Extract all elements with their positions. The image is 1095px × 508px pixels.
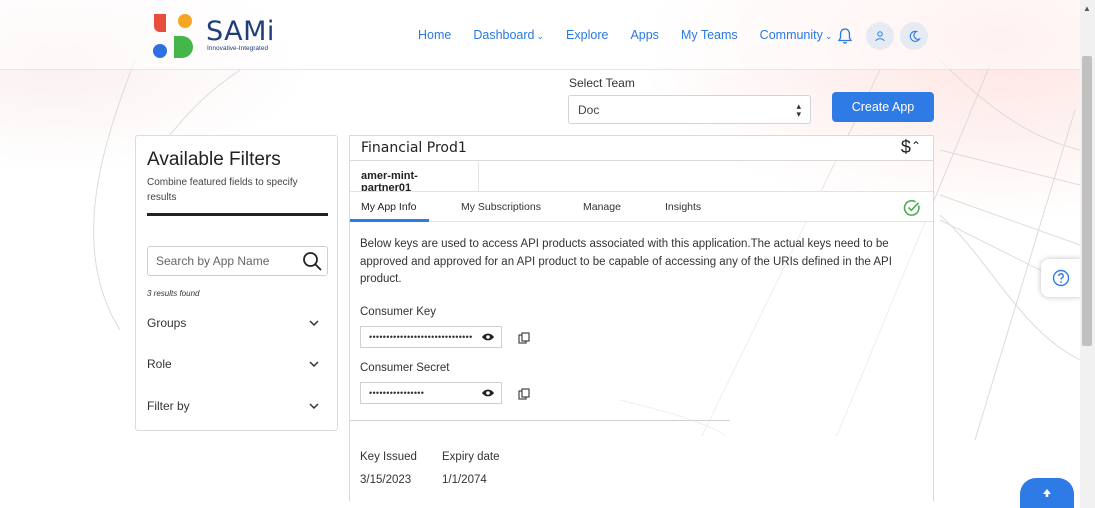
nav-my-teams[interactable]: My Teams bbox=[681, 28, 738, 42]
filter-groups-label: Groups bbox=[147, 316, 187, 330]
user-icon bbox=[875, 31, 885, 42]
filters-panel: Available Filters Combine featured field… bbox=[135, 135, 338, 431]
key-issued-label: Key Issued bbox=[360, 451, 417, 463]
question-icon bbox=[1052, 269, 1070, 287]
arrow-up-icon bbox=[1043, 489, 1051, 497]
nav-home-label: Home bbox=[418, 28, 452, 42]
collapse-toggle[interactable]: $⌃ bbox=[901, 137, 921, 158]
divider bbox=[350, 420, 730, 421]
key-issued-value: 3/15/2023 bbox=[360, 474, 412, 486]
active-tab-indicator bbox=[350, 219, 429, 222]
tab-manage[interactable]: Manage bbox=[583, 201, 621, 213]
chevron-down-icon bbox=[309, 403, 319, 410]
scroll-up-arrow-icon[interactable]: ▲ bbox=[1083, 4, 1091, 13]
app-title: Financial Prod1 bbox=[361, 140, 467, 156]
scroll-to-top-button[interactable] bbox=[1020, 478, 1074, 508]
partner-tab[interactable]: amer-mint-partner01 bbox=[350, 162, 479, 194]
nav-explore-label: Explore bbox=[566, 28, 609, 42]
tab-my-subscriptions[interactable]: My Subscriptions bbox=[461, 201, 541, 213]
logo-mark-icon bbox=[153, 14, 193, 58]
copy-icon[interactable] bbox=[518, 332, 530, 344]
top-navbar: SAMi Innovative-Integrated Home Dashboar… bbox=[0, 0, 1080, 70]
chevron-up-icon: ⌃ bbox=[910, 139, 921, 153]
consumer-secret-field[interactable]: •••••••••••••••• bbox=[360, 382, 502, 404]
filters-title: Available Filters bbox=[147, 149, 281, 170]
search-icon[interactable] bbox=[302, 251, 322, 271]
team-select-value: Doc bbox=[578, 103, 600, 117]
consumer-secret-value: •••••••••••••••• bbox=[369, 388, 425, 398]
filters-divider bbox=[147, 213, 328, 216]
filter-filter-by-label: Filter by bbox=[147, 399, 190, 413]
tab-my-app-info[interactable]: My App Info bbox=[361, 201, 416, 213]
keys-description: Below keys are used to access API produc… bbox=[360, 238, 892, 285]
copy-icon[interactable] bbox=[518, 388, 530, 400]
team-select[interactable]: Doc ▴ ▾ bbox=[568, 95, 811, 124]
eye-icon[interactable] bbox=[481, 388, 495, 398]
app-card-header[interactable]: Financial Prod1 $⌃ bbox=[350, 136, 933, 161]
nav-community-label: Community bbox=[759, 28, 823, 42]
results-count: 3 results found bbox=[147, 289, 200, 298]
search-input[interactable] bbox=[148, 247, 298, 275]
nav-apps[interactable]: Apps bbox=[630, 28, 659, 42]
chevron-down-icon: ⌄ bbox=[536, 31, 545, 41]
consumer-secret-label: Consumer Secret bbox=[360, 362, 450, 374]
brand-name: SAMi bbox=[206, 16, 275, 47]
consumer-key-value: •••••••••••••••••••••••••••••• bbox=[369, 332, 473, 342]
consumer-key-label: Consumer Key bbox=[360, 306, 437, 318]
eye-icon[interactable] bbox=[481, 332, 495, 342]
filter-role-label: Role bbox=[147, 357, 172, 371]
expiry-date-label: Expiry date bbox=[442, 451, 500, 463]
app-search-box[interactable] bbox=[147, 246, 328, 276]
select-arrows-icon: ▴ ▾ bbox=[796, 101, 801, 119]
user-button[interactable] bbox=[866, 22, 894, 50]
consumer-key-field[interactable]: •••••••••••••••••••••••••••••• bbox=[360, 326, 502, 348]
dollar-icon: $ bbox=[900, 137, 911, 157]
scrollbar-thumb[interactable] bbox=[1082, 56, 1092, 346]
tab-insights[interactable]: Insights bbox=[665, 201, 701, 213]
app-tabs: My App Info My Subscriptions Manage Insi… bbox=[350, 192, 933, 222]
chevron-down-icon bbox=[309, 361, 319, 368]
create-app-button[interactable]: Create App bbox=[832, 92, 934, 122]
nav-apps-label: Apps bbox=[630, 28, 659, 42]
brand-tagline: Innovative-Integrated bbox=[207, 45, 269, 52]
filters-description: Combine featured fields to specify resul… bbox=[147, 177, 298, 203]
filter-role[interactable]: Role bbox=[147, 357, 328, 379]
approved-check-icon bbox=[903, 199, 920, 216]
select-team-label: Select Team bbox=[569, 76, 635, 90]
chevron-down-icon bbox=[309, 320, 319, 327]
nav-explore[interactable]: Explore bbox=[566, 28, 608, 42]
app-info-panel: Below keys are used to access API produc… bbox=[350, 223, 933, 435]
key-dates: Key Issued Expiry date 3/15/2023 1/1/207… bbox=[350, 436, 933, 501]
page-scrollbar[interactable]: ▲ bbox=[1080, 0, 1095, 508]
expiry-date-value: 1/1/2074 bbox=[442, 474, 487, 486]
nav-dashboard-label: Dashboard bbox=[473, 28, 535, 42]
sami-logo[interactable]: SAMi Innovative-Integrated bbox=[152, 12, 282, 60]
nav-home[interactable]: Home bbox=[418, 28, 451, 42]
nav-community[interactable]: Community ⌄ bbox=[760, 28, 833, 42]
theme-toggle-button[interactable] bbox=[900, 22, 928, 50]
chevron-down-icon: ⌄ bbox=[824, 31, 833, 41]
nav-dashboard[interactable]: Dashboard ⌄ bbox=[473, 28, 544, 42]
help-button[interactable] bbox=[1041, 259, 1081, 297]
moon-icon bbox=[909, 30, 921, 42]
bell-icon[interactable] bbox=[837, 27, 853, 45]
nav-my-teams-label: My Teams bbox=[680, 28, 738, 42]
app-card: Financial Prod1 $⌃ amer-mint-partner01 M… bbox=[349, 135, 934, 501]
filter-filter-by[interactable]: Filter by bbox=[147, 399, 328, 421]
main-nav: Home Dashboard ⌄ Explore Apps My Teams Co… bbox=[418, 28, 854, 42]
filter-groups[interactable]: Groups bbox=[147, 316, 328, 338]
